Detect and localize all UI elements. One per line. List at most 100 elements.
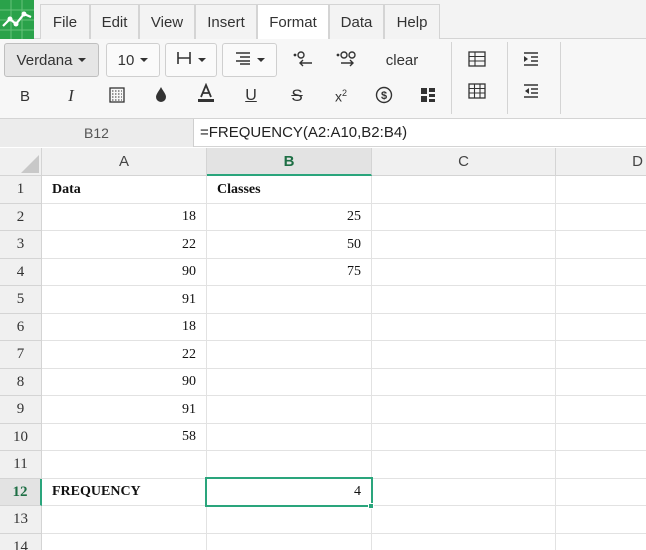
cell-a13[interactable] [42, 506, 207, 534]
row-header-2[interactable]: 2 [0, 204, 42, 231]
column-header-c[interactable]: C [372, 148, 556, 176]
cell-c3[interactable] [372, 231, 556, 259]
column-header-a[interactable]: A [42, 148, 207, 176]
cell-d5[interactable] [556, 286, 646, 314]
table-format-button[interactable] [413, 81, 443, 111]
select-all-corner[interactable] [0, 148, 42, 176]
cell-b8[interactable] [207, 369, 372, 396]
row-header-14[interactable]: 14 [0, 534, 42, 550]
cell-b6[interactable] [207, 314, 372, 341]
cell-a2[interactable]: 18 [42, 204, 207, 231]
fill-handle[interactable] [368, 503, 374, 509]
cell-c1[interactable] [372, 176, 556, 204]
cell-a7[interactable]: 22 [42, 341, 207, 369]
borders-dropdown[interactable] [165, 43, 217, 77]
cell-a3[interactable]: 22 [42, 231, 207, 259]
row-header-8[interactable]: 8 [0, 369, 42, 396]
row-header-13[interactable]: 13 [0, 506, 42, 534]
menu-help[interactable]: Help [384, 4, 440, 39]
cell-reference-box[interactable]: B12 [0, 119, 194, 147]
text-color-button[interactable] [191, 79, 221, 109]
cell-b4[interactable]: 75 [207, 259, 372, 286]
cell-b14[interactable] [207, 534, 372, 550]
column-header-b[interactable]: B [207, 148, 372, 176]
cell-a5[interactable]: 91 [42, 286, 207, 314]
cell-c4[interactable] [372, 259, 556, 286]
cell-b2[interactable]: 25 [207, 204, 372, 231]
strikethrough-button[interactable]: S [282, 81, 312, 111]
row-header-9[interactable]: 9 [0, 396, 42, 424]
cell-c9[interactable] [372, 396, 556, 424]
formula-input[interactable]: =FREQUENCY(A2:A10,B2:B4) [200, 119, 407, 147]
cell-b13[interactable] [207, 506, 372, 534]
cell-c7[interactable] [372, 341, 556, 369]
cell-d13[interactable] [556, 506, 646, 534]
row-header-4[interactable]: 4 [0, 259, 42, 286]
table-button[interactable] [462, 77, 492, 107]
cell-d7[interactable] [556, 341, 646, 369]
menu-edit[interactable]: Edit [90, 4, 139, 39]
row-header-10[interactable]: 10 [0, 424, 42, 451]
superscript-button[interactable]: x2 [326, 81, 356, 111]
fill-color-button[interactable] [146, 81, 176, 111]
outdent-button[interactable] [516, 77, 546, 107]
cell-c6[interactable] [372, 314, 556, 341]
row-header-3[interactable]: 3 [0, 231, 42, 259]
cell-c13[interactable] [372, 506, 556, 534]
indent-button[interactable] [516, 45, 546, 75]
currency-button[interactable]: $ [369, 81, 399, 111]
cell-d6[interactable] [556, 314, 646, 341]
cell-b11[interactable] [207, 451, 372, 479]
cell-d4[interactable] [556, 259, 646, 286]
cell-a9[interactable]: 91 [42, 396, 207, 424]
cell-b5[interactable] [207, 286, 372, 314]
row-header-7[interactable]: 7 [0, 341, 42, 369]
bold-button[interactable]: B [10, 81, 40, 111]
cell-d1[interactable] [556, 176, 646, 204]
menu-format[interactable]: Format [257, 4, 329, 40]
cell-d12[interactable] [556, 479, 646, 506]
underline-button[interactable]: U [236, 81, 266, 111]
menu-data[interactable]: Data [329, 4, 384, 39]
cell-a1[interactable]: Data [42, 176, 207, 204]
menu-insert[interactable]: Insert [195, 4, 257, 39]
cell-d10[interactable] [556, 424, 646, 451]
row-header-1[interactable]: 1 [0, 176, 42, 204]
row-header-5[interactable]: 5 [0, 286, 42, 314]
cell-b12[interactable]: 4 [207, 479, 372, 506]
cell-a8[interactable]: 90 [42, 369, 207, 396]
cell-d9[interactable] [556, 396, 646, 424]
cell-c11[interactable] [372, 451, 556, 479]
insert-table-button[interactable] [462, 45, 492, 75]
cell-d3[interactable] [556, 231, 646, 259]
menu-file[interactable]: File [40, 4, 90, 39]
cell-d14[interactable] [556, 534, 646, 550]
cell-d11[interactable] [556, 451, 646, 479]
cell-c12[interactable] [372, 479, 556, 506]
row-header-11[interactable]: 11 [0, 451, 42, 479]
italic-button[interactable]: I [56, 81, 86, 111]
cell-a6[interactable]: 18 [42, 314, 207, 341]
background-pattern-button[interactable] [102, 81, 132, 111]
cell-a11[interactable] [42, 451, 207, 479]
menu-view[interactable]: View [139, 4, 195, 39]
increase-decimals-button[interactable] [332, 45, 362, 75]
cell-d8[interactable] [556, 369, 646, 396]
cell-a14[interactable] [42, 534, 207, 550]
cell-a4[interactable]: 90 [42, 259, 207, 286]
clear-button[interactable]: clear [376, 43, 428, 77]
decrease-decimals-button[interactable] [288, 45, 318, 75]
cell-b3[interactable]: 50 [207, 231, 372, 259]
cell-a10[interactable]: 58 [42, 424, 207, 451]
font-family-select[interactable]: Verdana [4, 43, 99, 77]
cell-c14[interactable] [372, 534, 556, 550]
cell-c10[interactable] [372, 424, 556, 451]
cell-b9[interactable] [207, 396, 372, 424]
cell-c2[interactable] [372, 204, 556, 231]
cell-c8[interactable] [372, 369, 556, 396]
cell-b7[interactable] [207, 341, 372, 369]
font-size-select[interactable]: 10 [106, 43, 160, 77]
cell-b1[interactable]: Classes [207, 176, 372, 204]
cell-b10[interactable] [207, 424, 372, 451]
cell-a12[interactable]: FREQUENCY [42, 479, 207, 506]
